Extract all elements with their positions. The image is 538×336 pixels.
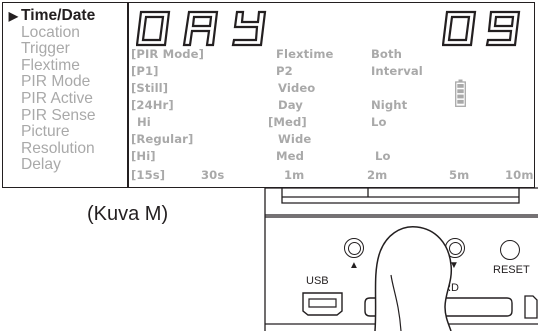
- settings-menu: ▶ Time/Date ▶ Location ▶ Trigger ▶ Flext…: [3, 7, 127, 174]
- option-interval[interactable]: Interval: [371, 63, 423, 79]
- up-button[interactable]: [344, 238, 364, 258]
- figure-caption: (Kuva M): [87, 203, 169, 225]
- selection-arrow-icon: ▶: [8, 9, 18, 23]
- menu-item-trigger[interactable]: ▶ Trigger: [3, 41, 127, 58]
- option-both[interactable]: Both: [371, 46, 402, 62]
- option-p1[interactable]: [P1]: [131, 63, 159, 79]
- options-row-flextime: [P1] P2 Interval: [131, 63, 531, 79]
- menu-item-resolution[interactable]: ▶ Resolution: [3, 139, 127, 158]
- option-15s[interactable]: [15s]: [131, 167, 165, 183]
- option-30s[interactable]: 30s: [201, 167, 224, 183]
- option-res-lo[interactable]: Lo: [375, 148, 391, 164]
- options-row-pir-mode: [Still] Video: [131, 80, 531, 96]
- option-med[interactable]: [Med]: [268, 114, 307, 130]
- option-pir-mode[interactable]: [PIR Mode]: [131, 46, 204, 62]
- menu-item-delay[interactable]: ▶ Delay: [3, 157, 127, 174]
- option-night[interactable]: Night: [371, 97, 407, 113]
- option-p2[interactable]: P2: [276, 63, 293, 79]
- reset-button[interactable]: [500, 240, 520, 260]
- lcd-panel: ▶ Time/Date ▶ Location ▶ Trigger ▶ Flext…: [2, 2, 535, 188]
- menu-item-label: PIR Active: [21, 89, 93, 107]
- options-row-trigger: [PIR Mode] Flextime Both: [131, 46, 531, 62]
- option-res-med[interactable]: Med: [276, 148, 304, 164]
- finger-illustration: [371, 223, 457, 332]
- menu-item-label: PIR Mode: [21, 73, 91, 91]
- option-5m[interactable]: 5m: [449, 167, 469, 183]
- camera-control-panel: USB ▲ ▼ RD RESET: [264, 185, 538, 332]
- segment-digits-main: [136, 10, 267, 47]
- menu-item-pir-sense[interactable]: ▶ PIR Sense: [3, 106, 127, 125]
- options-row-pir-active: [24Hr] Day Night: [131, 97, 531, 113]
- up-arrow-icon: ▲: [349, 260, 359, 271]
- side-slot: [522, 295, 538, 319]
- option-video[interactable]: Video: [278, 80, 315, 96]
- option-lo[interactable]: Lo: [371, 114, 387, 130]
- menu-item-pir-active[interactable]: ▶ PIR Active: [3, 89, 127, 108]
- segment-display-main: DAY: [136, 9, 286, 47]
- battery-icon: [455, 79, 466, 107]
- menu-item-flextime[interactable]: ▶ Flextime: [3, 56, 127, 75]
- reset-label: RESET: [493, 264, 530, 276]
- menu-item-label: Delay: [21, 156, 61, 174]
- option-wide[interactable]: Wide: [278, 131, 311, 147]
- option-still[interactable]: [Still]: [131, 80, 168, 96]
- menu-item-label: Trigger: [21, 40, 70, 58]
- menu-item-label: Picture: [21, 123, 70, 141]
- menu-item-label: Resolution: [21, 139, 95, 157]
- options-row-pir-sense: Hi [Med] Lo: [131, 114, 531, 130]
- lcd-divider: [127, 3, 129, 187]
- option-24hr[interactable]: [24Hr]: [131, 97, 174, 113]
- menu-item-label: PIR Sense: [21, 106, 96, 124]
- menu-item-pir-mode[interactable]: ▶ PIR Mode: [3, 74, 127, 91]
- usb-label: USB: [306, 275, 329, 287]
- usb-port[interactable]: [301, 289, 344, 317]
- options-row-resolution: [Hi] Med Lo: [131, 148, 531, 164]
- segment-display-value: 09: [442, 9, 532, 47]
- option-2m[interactable]: 2m: [367, 167, 387, 183]
- menu-item-time-date[interactable]: ▶ Time/Date: [3, 7, 127, 25]
- menu-item-label: Flextime: [21, 56, 80, 74]
- segment-digits-value: [442, 10, 521, 47]
- options-row-picture: [Regular] Wide: [131, 131, 531, 147]
- option-1m[interactable]: 1m: [284, 167, 304, 183]
- option-day[interactable]: Day: [278, 97, 303, 113]
- option-res-hi[interactable]: [Hi]: [131, 148, 156, 164]
- menu-item-location[interactable]: ▶ Location: [3, 23, 127, 42]
- option-regular[interactable]: [Regular]: [131, 131, 193, 147]
- option-hi[interactable]: Hi: [137, 114, 151, 130]
- option-flextime[interactable]: Flextime: [276, 46, 334, 62]
- menu-item-picture[interactable]: ▶ Picture: [3, 124, 127, 141]
- option-10m[interactable]: 10m: [505, 167, 534, 183]
- menu-item-label: Time/Date: [21, 7, 96, 24]
- options-row-delay: [15s] 30s 1m 2m 5m 10m: [131, 167, 534, 183]
- menu-item-label: Location: [21, 23, 80, 41]
